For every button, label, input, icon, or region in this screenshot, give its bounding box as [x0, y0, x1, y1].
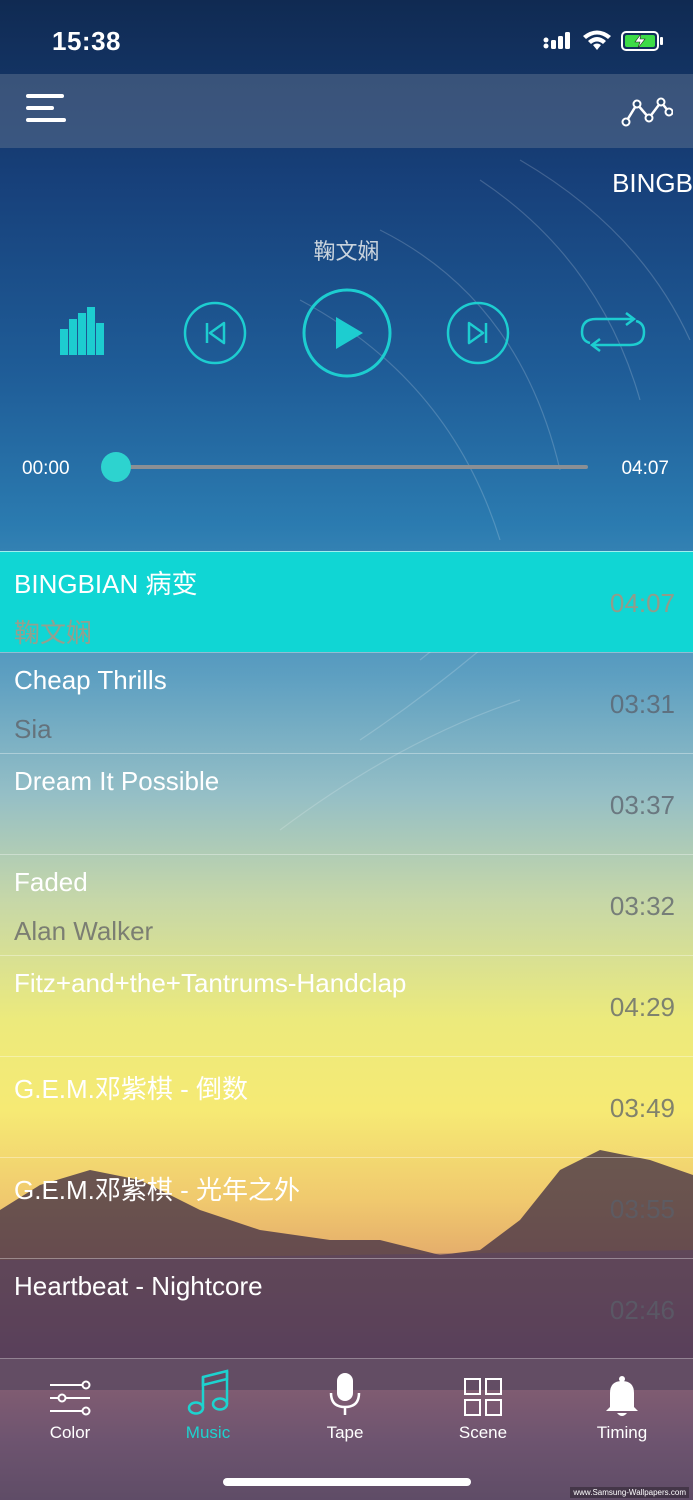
- microphone-icon: [329, 1373, 361, 1415]
- song-row[interactable]: BINGBIAN 病变 鞠文娴 04:07: [0, 551, 693, 652]
- song-duration: 03:37: [609, 790, 675, 820]
- song-row[interactable]: G.E.M.邓紫棋 - 光年之外 03:55: [0, 1157, 693, 1258]
- repeat-icon[interactable]: [580, 311, 646, 353]
- top-bar: [0, 74, 693, 148]
- song-title: BINGBIAN 病变: [14, 569, 198, 599]
- menu-icon[interactable]: [26, 94, 66, 128]
- bell-icon: [606, 1376, 638, 1416]
- now-playing-artist: 鞠文娴: [313, 239, 380, 264]
- song-row[interactable]: Faded Alan Walker 03:32: [0, 854, 693, 955]
- song-duration: 03:49: [609, 1093, 675, 1123]
- song-duration: 02:46: [609, 1295, 675, 1325]
- song-title: Faded: [14, 867, 88, 897]
- equalizer-bars-icon[interactable]: [60, 307, 104, 355]
- tab-music[interactable]: Music: [148, 1369, 268, 1443]
- cellular-signal-icon: [543, 32, 570, 49]
- song-artist: Sia: [14, 714, 52, 744]
- wifi-icon: [583, 30, 611, 50]
- tab-label: Music: [185, 1423, 231, 1442]
- battery-charging-icon: [621, 31, 663, 51]
- song-row[interactable]: Dream It Possible 03:37: [0, 753, 693, 854]
- status-bar: 15:38: [0, 0, 693, 74]
- song-duration: 04:07: [609, 588, 675, 618]
- song-artist: 鞠文娴: [14, 618, 93, 648]
- progress-track[interactable]: [116, 465, 588, 469]
- current-time: 00:00: [22, 458, 70, 479]
- song-row[interactable]: Heartbeat - Nightcore 02:46: [0, 1258, 693, 1359]
- progress-bar: 00:00 04:07: [0, 448, 693, 488]
- song-title: G.E.M.邓紫棋 - 倒数: [14, 1074, 249, 1104]
- grid-icon: [464, 1378, 502, 1416]
- home-indicator[interactable]: [223, 1478, 471, 1486]
- song-row[interactable]: Fitz+and+the+Tantrums-Handclap 04:29: [0, 955, 693, 1056]
- song-title: Heartbeat - Nightcore: [14, 1271, 263, 1301]
- status-time: 15:38: [52, 26, 121, 56]
- music-note-icon: [187, 1369, 229, 1415]
- app-screen: 15:38 BINGB 鞠文娴 00:00 04:07 BINGBIAN 病变 …: [0, 0, 693, 1500]
- song-artist: Alan Walker: [14, 916, 154, 946]
- status-icons: [543, 30, 665, 52]
- sliders-icon: [50, 1380, 91, 1416]
- tab-label: Tape: [326, 1423, 364, 1442]
- play-icon[interactable]: [301, 287, 393, 379]
- tab-label: Color: [49, 1423, 91, 1442]
- total-time: 04:07: [621, 458, 669, 479]
- song-title: Cheap Thrills: [14, 665, 167, 695]
- now-playing-title: BINGB: [612, 168, 693, 198]
- song-row[interactable]: G.E.M.邓紫棋 - 倒数 03:49: [0, 1056, 693, 1157]
- tab-tape[interactable]: Tape: [285, 1369, 405, 1443]
- line-graph-icon[interactable]: [621, 92, 673, 130]
- tab-label: Timing: [596, 1423, 648, 1442]
- song-duration: 03:31: [609, 689, 675, 719]
- tab-label: Scene: [458, 1423, 508, 1442]
- song-title: G.E.M.邓紫棋 - 光年之外: [14, 1175, 301, 1205]
- tab-timing[interactable]: Timing: [562, 1369, 682, 1443]
- song-row[interactable]: Cheap Thrills Sia 03:31: [0, 652, 693, 753]
- tab-color[interactable]: Color: [10, 1369, 130, 1443]
- song-list: BINGBIAN 病变 鞠文娴 04:07 Cheap Thrills Sia …: [0, 551, 693, 1359]
- previous-track-icon[interactable]: [182, 300, 248, 366]
- song-duration: 03:32: [609, 891, 675, 921]
- watermark: www.Samsung-Wallpapers.com: [570, 1487, 689, 1498]
- playback-controls: [0, 285, 693, 380]
- song-duration: 04:29: [609, 992, 675, 1022]
- progress-knob[interactable]: [101, 452, 131, 482]
- song-duration: 03:55: [609, 1194, 675, 1224]
- tab-scene[interactable]: Scene: [423, 1369, 543, 1443]
- song-title: Fitz+and+the+Tantrums-Handclap: [14, 968, 407, 998]
- next-track-icon[interactable]: [445, 300, 511, 366]
- song-title: Dream It Possible: [14, 766, 220, 796]
